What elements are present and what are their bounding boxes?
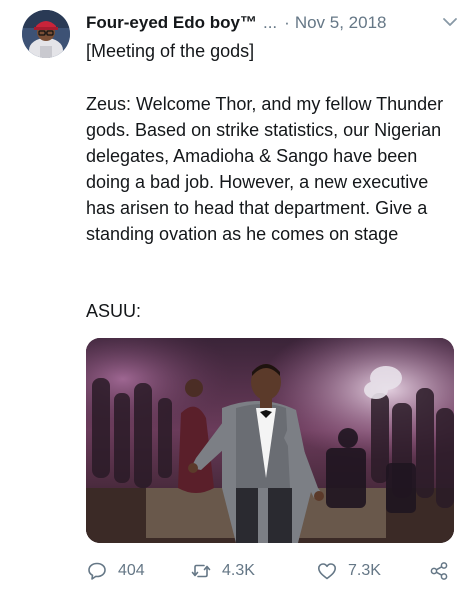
avatar-image <box>22 10 70 58</box>
tweet-subtitle: [Meeting of the gods] <box>86 41 255 61</box>
chevron-down-icon[interactable] <box>440 12 460 32</box>
author-name[interactable]: Four-eyed Edo boy™ <box>86 12 257 34</box>
share-icon <box>428 560 450 582</box>
share-button[interactable] <box>428 558 460 584</box>
tweet-date[interactable]: Nov 5, 2018 <box>295 12 387 34</box>
author-handle-truncated[interactable]: ... <box>263 12 277 34</box>
retweet-count: 4.3K <box>222 562 255 579</box>
reply-icon <box>86 560 108 582</box>
separator-dot: · <box>284 13 290 32</box>
reply-count: 404 <box>118 562 145 579</box>
tweet-closing-line: ASUU: <box>86 301 142 321</box>
tweet-body: Zeus: Welcome Thor, and my fellow Thunde… <box>86 94 444 244</box>
like-button[interactable]: 7.3K <box>316 558 381 584</box>
heart-icon <box>316 560 338 582</box>
tweet-actions: 404 4.3K 7.3K <box>86 558 458 584</box>
tweet-header: Four-eyed Edo boy™ ... · Nov 5, 2018 <box>86 11 460 35</box>
reply-button[interactable]: 404 <box>86 558 145 584</box>
tweet-photo[interactable] <box>86 338 454 543</box>
party-photo <box>86 338 454 543</box>
tweet: Four-eyed Edo boy™ ... · Nov 5, 2018 [Me… <box>0 0 476 597</box>
retweet-icon <box>190 560 212 582</box>
retweet-button[interactable]: 4.3K <box>190 558 255 584</box>
avatar[interactable] <box>22 10 70 58</box>
like-count: 7.3K <box>348 562 381 579</box>
